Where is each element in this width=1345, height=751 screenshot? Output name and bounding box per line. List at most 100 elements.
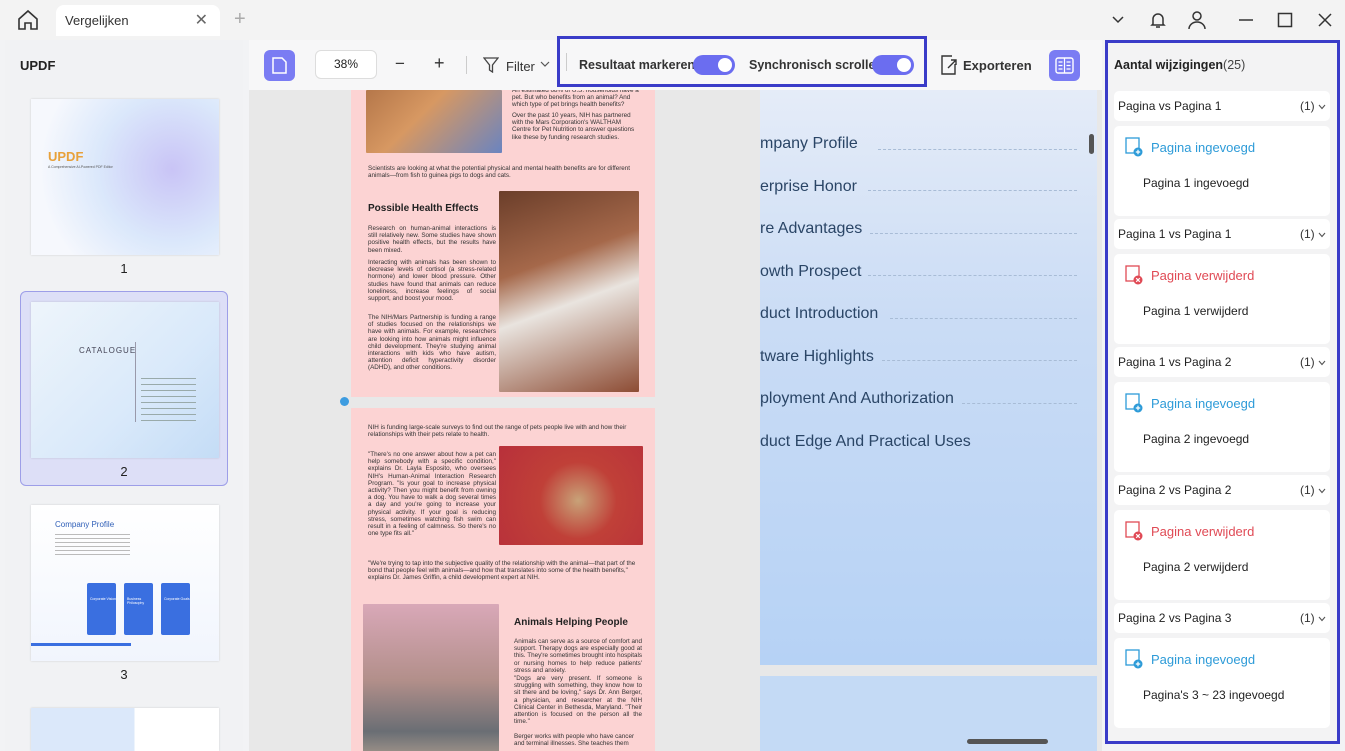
paragraph: "There's no one answer about how a pet c…: [368, 451, 496, 538]
paragraph: An estimated 68% of U.S. households have…: [512, 90, 639, 109]
page-number-3: 3: [120, 667, 128, 682]
chevron-down-icon[interactable]: [1318, 616, 1326, 622]
change-group-header[interactable]: Pagina vs Pagina 1 (1): [1114, 91, 1330, 121]
thumbnail-sidebar: UPDF UPDF A Comprehensive AI-Powered PDF…: [5, 40, 243, 751]
bell-icon[interactable]: [1148, 10, 1168, 30]
page-added-icon: [1125, 649, 1143, 669]
section-heading: Possible Health Effects: [368, 203, 479, 214]
filter-button[interactable]: Filter: [506, 59, 535, 74]
changes-title: Aantal wijzigingen(25): [1114, 58, 1246, 72]
new-tab-icon[interactable]: +: [234, 8, 246, 31]
thumb-logo: UPDF: [48, 149, 84, 164]
thumb-company-title: Company Profile: [55, 520, 115, 529]
page-thumbnail-2[interactable]: CATALOGUE: [31, 302, 219, 458]
toc-item: duct Edge And Practical Uses: [760, 433, 971, 450]
zoom-out-button[interactable]: −: [395, 54, 405, 74]
paragraph: NIH is funding large-scale surveys to fi…: [368, 424, 627, 439]
paragraph: Berger works with people who have cancer…: [514, 733, 635, 748]
page-split-marker[interactable]: [340, 397, 349, 406]
mark-results-toggle[interactable]: [693, 55, 735, 75]
change-group-header[interactable]: Pagina 2 vs Pagina 3 (1): [1114, 603, 1330, 633]
tab-vergelijken[interactable]: Vergelijken ✕: [56, 5, 220, 36]
page-thumbnail-1[interactable]: UPDF A Comprehensive AI-Powered PDF Edit…: [31, 99, 219, 255]
thumb-toc-lines: [141, 378, 196, 424]
zoom-in-button[interactable]: +: [434, 53, 445, 74]
change-type-label: Pagina ingevoegd: [1151, 652, 1256, 667]
page-added-icon: [1125, 137, 1143, 157]
filter-icon[interactable]: [483, 57, 499, 73]
puppy-with-antlers-photo: [499, 446, 643, 545]
paragraph: "We're trying to tap into the subjective…: [368, 560, 636, 582]
thumb-card: Corporate Goals: [161, 583, 190, 635]
paragraph: Over the past 10 years, NIH has partnere…: [512, 112, 635, 141]
change-group-header[interactable]: Pagina 1 vs Pagina 1 (1): [1114, 219, 1330, 249]
paragraph: Research on human-animal interactions is…: [368, 225, 496, 254]
paragraph: "Dogs are very present. If someone is st…: [514, 675, 642, 726]
change-card-added[interactable]: Pagina ingevoegd Pagina's 3 ~ 23 ingevoe…: [1114, 638, 1330, 728]
page-deleted-icon: [1125, 265, 1143, 285]
toc-item: erprise Honor: [760, 178, 857, 195]
change-card-deleted[interactable]: Pagina verwijderd Pagina 1 verwijderd: [1114, 254, 1330, 344]
title-bar: Vergelijken ✕ +: [0, 0, 1345, 40]
toc-item: ployment And Authorization: [760, 390, 954, 407]
cat-photo: [366, 90, 502, 153]
change-group-header[interactable]: Pagina 2 vs Pagina 2 (1): [1114, 475, 1330, 505]
change-detail: Pagina 1 verwijderd: [1143, 304, 1249, 318]
vertical-scrollbar[interactable]: [1089, 134, 1094, 154]
change-card-deleted[interactable]: Pagina verwijderd Pagina 2 verwijderd: [1114, 510, 1330, 600]
single-view-button[interactable]: [264, 50, 295, 81]
toc-item: owth Prospect: [760, 263, 862, 280]
chevron-down-icon[interactable]: [1318, 104, 1326, 110]
home-icon[interactable]: [16, 9, 40, 31]
close-tab-icon[interactable]: ✕: [195, 5, 208, 36]
change-detail: Pagina 2 ingevoegd: [1143, 432, 1250, 446]
page-thumbnail-3[interactable]: Company Profile Corporate Vision Busines…: [31, 505, 219, 661]
left-document-view[interactable]: An estimated 68% of U.S. households have…: [351, 90, 655, 751]
horizontal-scrollbar[interactable]: [967, 739, 1048, 744]
section-heading: Animals Helping People: [514, 617, 628, 628]
chevron-down-icon[interactable]: [1318, 360, 1326, 366]
maximize-icon[interactable]: [1275, 10, 1295, 30]
page-icon: [272, 57, 287, 74]
minimize-icon[interactable]: [1236, 10, 1256, 30]
chevron-down-icon[interactable]: [540, 60, 550, 68]
right-document-view[interactable]: mpany Profile erprise Honor re Advantage…: [760, 90, 1097, 665]
cat-with-tulips-photo: [363, 604, 499, 751]
sidebar-title: UPDF: [20, 58, 56, 73]
export-button[interactable]: Exporteren: [963, 58, 1032, 73]
change-type-label: Pagina verwijderd: [1151, 268, 1255, 283]
change-type-label: Pagina verwijderd: [1151, 524, 1255, 539]
page-number-2: 2: [120, 464, 128, 479]
sync-scroll-label: Synchronisch scrollen: [749, 58, 884, 72]
paragraph: Scientists are looking at what the poten…: [368, 165, 631, 180]
toggle-changes-panel-button[interactable]: [1049, 50, 1080, 81]
user-icon[interactable]: [1187, 10, 1207, 30]
change-card-added[interactable]: Pagina ingevoegd Pagina 2 ingevoegd: [1114, 382, 1330, 472]
toc-item: tware Highlights: [760, 348, 874, 365]
mark-results-label: Resultaat markeren: [579, 58, 696, 72]
change-card-added[interactable]: Pagina ingevoegd Pagina 1 ingevoegd: [1114, 126, 1330, 216]
close-window-icon[interactable]: [1315, 10, 1335, 30]
page-number-1: 1: [120, 261, 128, 276]
thumb-catalogue-title: CATALOGUE: [79, 346, 137, 355]
change-detail: Pagina's 3 ~ 23 ingevoegd: [1143, 688, 1285, 702]
tab-title: Vergelijken: [65, 13, 129, 28]
export-icon[interactable]: [940, 55, 958, 75]
thumb-card: Corporate Vision: [87, 583, 116, 635]
page-thumbnail-4[interactable]: [31, 708, 219, 751]
chevron-down-icon[interactable]: [1318, 488, 1326, 494]
zoom-level-field[interactable]: 38%: [315, 50, 377, 79]
toc-item: mpany Profile: [760, 135, 858, 152]
paragraph: The NIH/Mars Partnership is funding a ra…: [368, 314, 496, 372]
sync-scroll-toggle[interactable]: [872, 55, 914, 75]
changes-panel: Aantal wijzigingen(25) Pagina vs Pagina …: [1105, 40, 1340, 744]
chevron-down-icon[interactable]: [1108, 10, 1128, 30]
change-detail: Pagina 1 ingevoegd: [1143, 176, 1250, 190]
highlight-options-box: Resultaat markeren Synchronisch scrollen: [557, 36, 927, 87]
dog-and-cat-photo: [499, 191, 639, 392]
chevron-down-icon[interactable]: [1318, 232, 1326, 238]
left-page-2: NIH is funding large-scale surveys to fi…: [351, 408, 655, 751]
page-deleted-icon: [1125, 521, 1143, 541]
toc-item: duct Introduction: [760, 305, 879, 322]
change-group-header[interactable]: Pagina 1 vs Pagina 2 (1): [1114, 347, 1330, 377]
